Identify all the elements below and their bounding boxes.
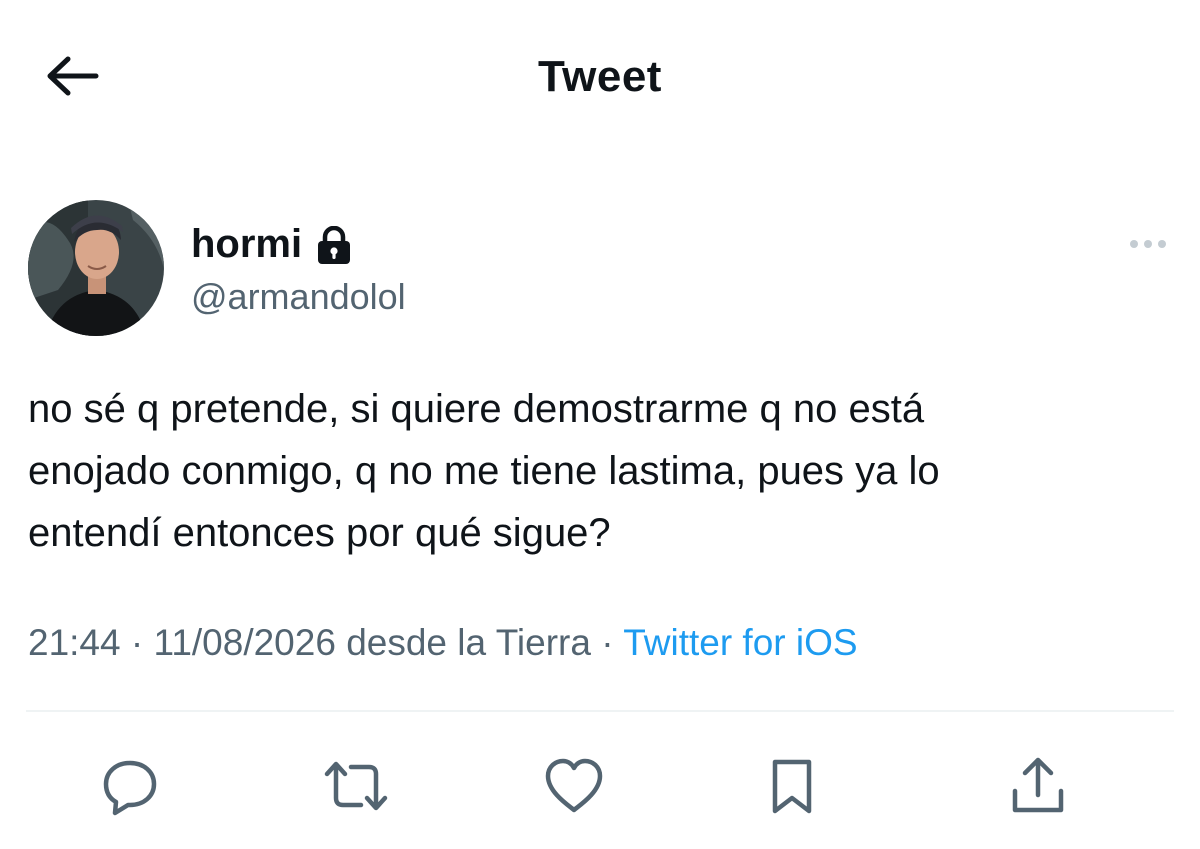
more-options-button[interactable] [1128, 234, 1168, 254]
avatar[interactable] [28, 200, 164, 336]
meta-separator: · [601, 622, 614, 663]
tweet-date[interactable]: 11/08/2026 [153, 622, 335, 663]
tweet-source-link[interactable]: Twitter for iOS [623, 622, 857, 663]
bookmark-button[interactable] [752, 746, 832, 826]
reply-button[interactable] [90, 746, 170, 826]
display-name-row[interactable]: hormi [191, 222, 352, 267]
tweet-actions-bar [0, 746, 1200, 826]
tweet-location: desde la Tierra [346, 622, 591, 663]
share-button[interactable] [998, 746, 1078, 826]
share-icon [1012, 757, 1064, 813]
tweet-time[interactable]: 21:44 [28, 622, 121, 663]
meta-separator: · [130, 622, 144, 663]
user-handle[interactable]: @armandolol [191, 276, 406, 318]
more-horizontal-icon [1130, 240, 1166, 248]
tweet-author: hormi @armandolol [28, 198, 1168, 338]
retweet-icon [324, 761, 388, 811]
retweet-button[interactable] [316, 746, 396, 826]
bookmark-icon [772, 759, 812, 814]
display-name: hormi [191, 222, 303, 266]
divider [26, 710, 1174, 712]
like-button[interactable] [534, 746, 614, 826]
tweet-text: no sé q pretende, si quiere demostrarme … [28, 387, 940, 555]
page-title: Tweet [538, 52, 662, 101]
tweet-metadata: 21:44 · 11/08/2026 desde la Tierra · Twi… [28, 622, 858, 664]
lock-icon [318, 225, 351, 264]
like-icon [545, 758, 603, 813]
avatar-photo [28, 200, 164, 336]
reply-icon [103, 760, 157, 816]
top-bar: Tweet [0, 0, 1200, 150]
